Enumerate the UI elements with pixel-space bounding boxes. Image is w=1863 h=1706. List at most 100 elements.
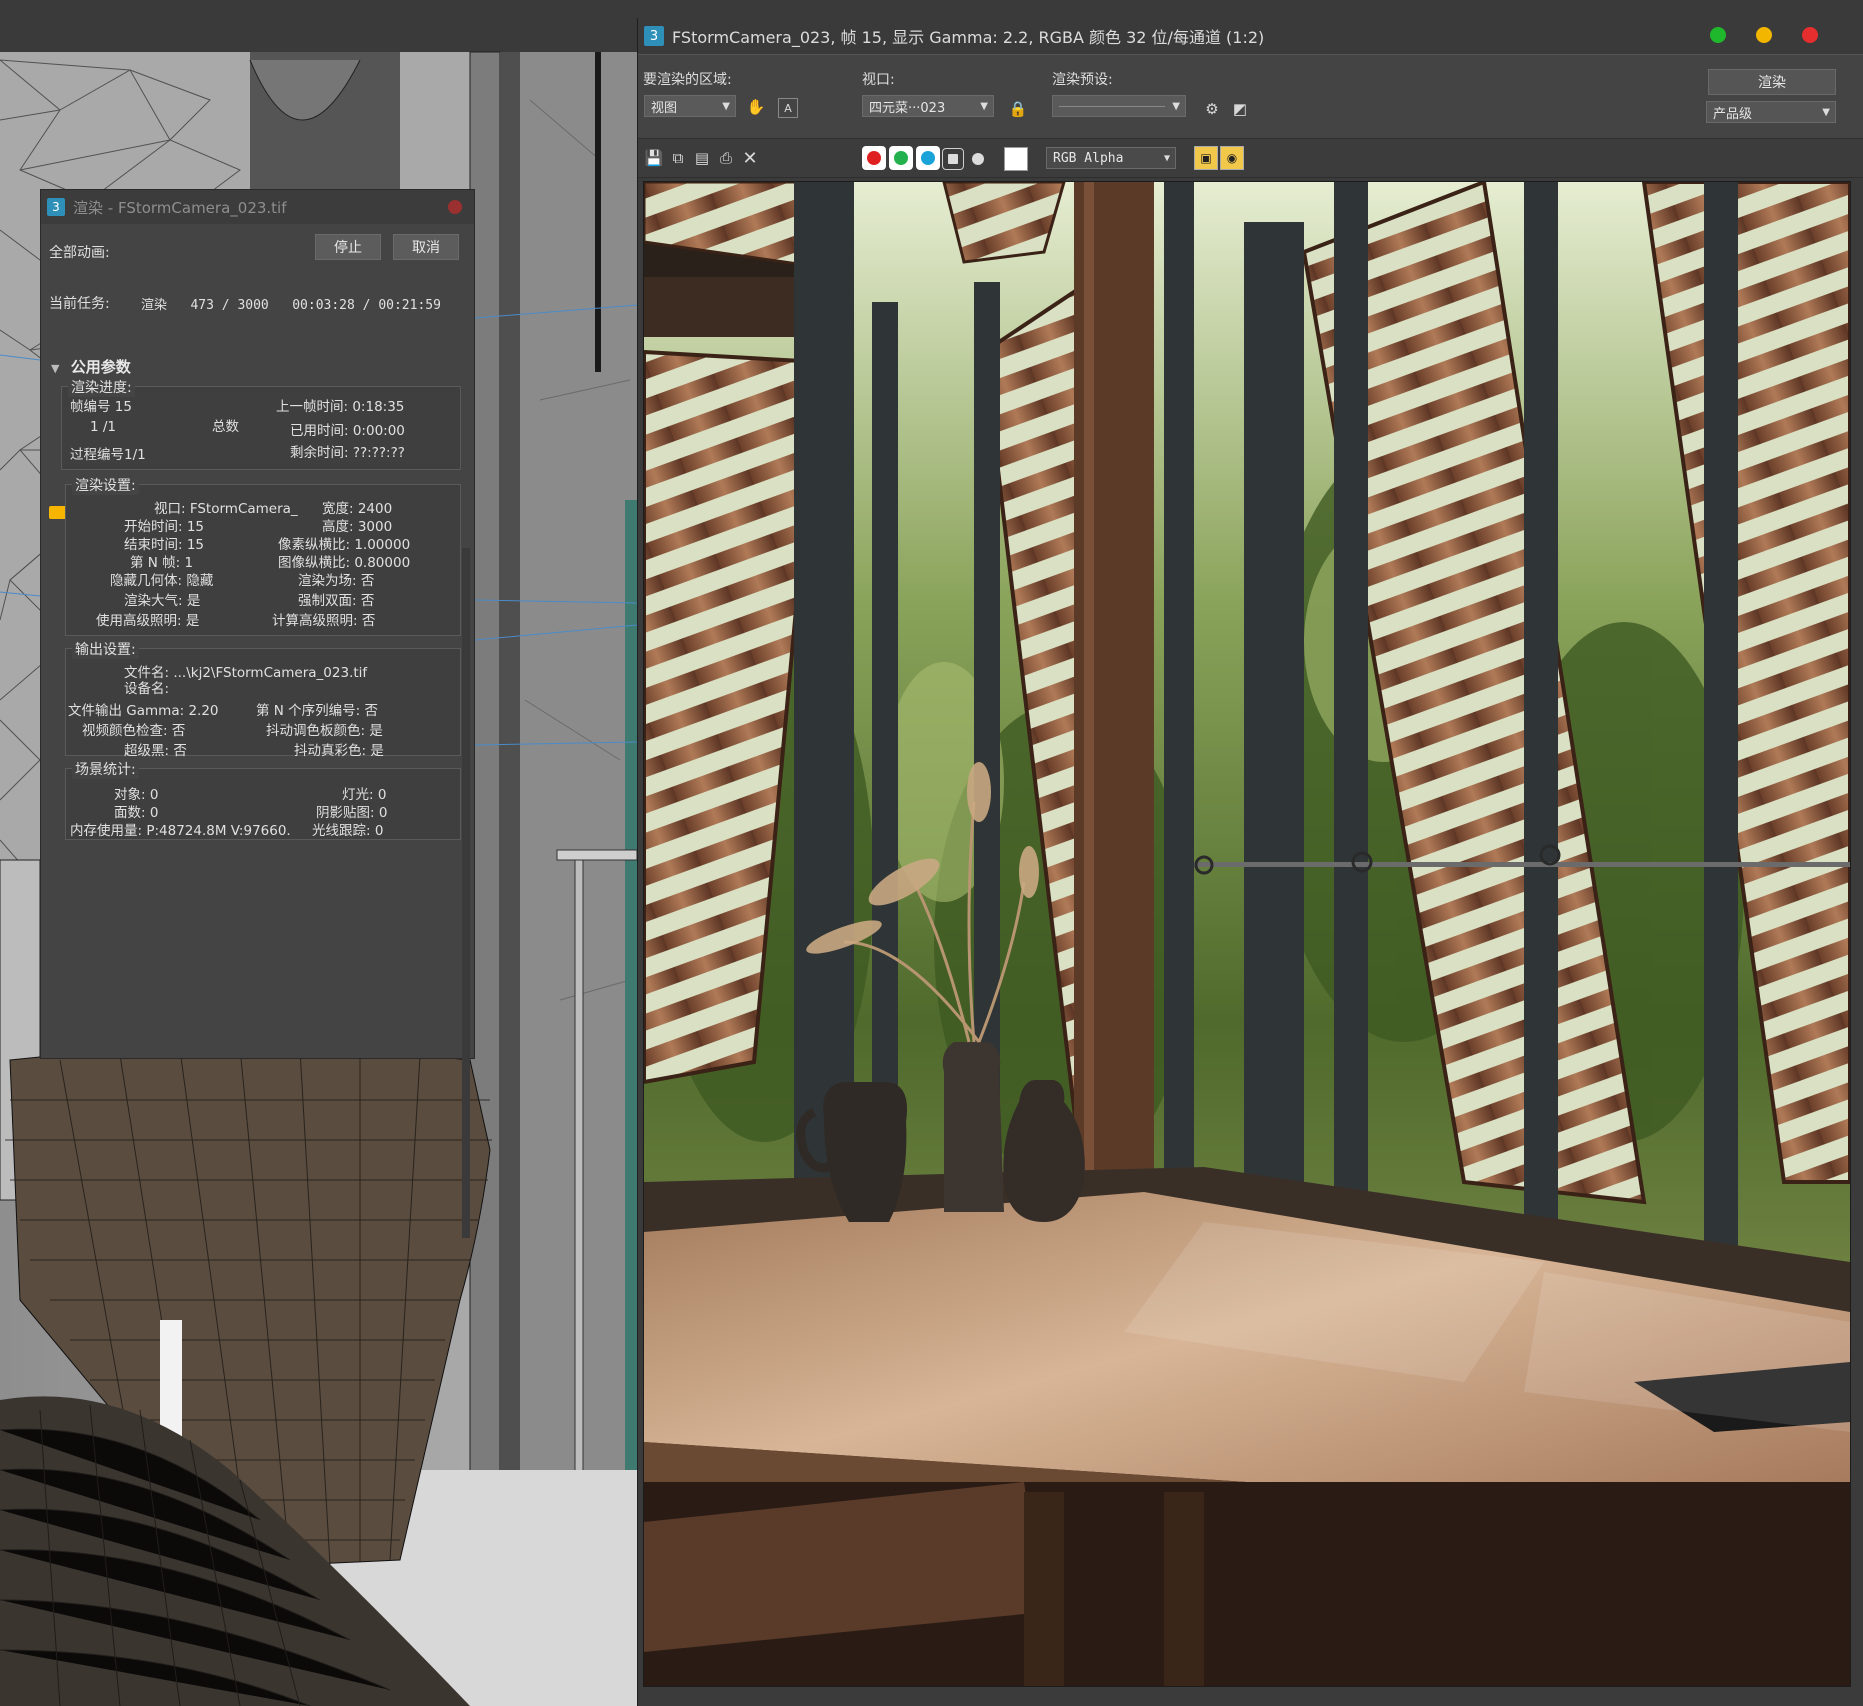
cancel-button[interactable]: 取消 bbox=[393, 234, 459, 260]
dither-paletted-setting: 抖动调色板颜色: 是 bbox=[266, 723, 383, 739]
lock-icon[interactable]: 🔒 bbox=[1006, 97, 1030, 121]
current-task-value: 渲染 473 / 3000 00:03:28 / 00:21:59 bbox=[141, 298, 441, 313]
all-animation-label: 全部动画: bbox=[49, 245, 110, 261]
green-channel-toggle[interactable] bbox=[889, 146, 913, 170]
common-params-rollout[interactable]: ▼ 公用参数 bbox=[51, 356, 449, 378]
rendered-image[interactable] bbox=[643, 181, 1851, 1687]
area-to-render-dropdown[interactable]: 视图 ▼ bbox=[644, 95, 736, 117]
red-dot-icon bbox=[867, 151, 881, 165]
render-preset-dropdown[interactable]: ▼ bbox=[1052, 95, 1186, 117]
common-params-heading: 公用参数 bbox=[70, 358, 131, 376]
super-black-setting: 超级黑: 否 bbox=[124, 743, 187, 759]
render-output-image bbox=[644, 182, 1850, 1686]
nth-serial-setting: 第 N 个序列编号: 否 bbox=[256, 703, 379, 719]
clear-icon[interactable]: ✕ bbox=[738, 146, 762, 170]
image-toolbar: 💾 ⧉ ▤ ⎙ ✕ RGB Alpha ▼ ▣ ◉ bbox=[638, 138, 1863, 178]
environment-effects-icon[interactable]: ◩ bbox=[1228, 97, 1252, 121]
blue-channel-toggle[interactable] bbox=[916, 146, 940, 170]
objects-stat: 对象: 0 bbox=[114, 787, 159, 803]
area-to-render-value: 视图 bbox=[651, 100, 678, 116]
quality-dropdown[interactable]: 产品级 ▼ bbox=[1706, 101, 1836, 123]
frame-window-titlebar[interactable]: 3 FStormCamera_023, 帧 15, 显示 Gamma: 2.2,… bbox=[638, 18, 1863, 54]
render-progress-group: 渲染进度: 帧编号 15 上一帧时间: 0:18:35 1 /1 总数 已用时间… bbox=[61, 377, 461, 470]
video-color-check-setting: 视频颜色检查: 否 bbox=[82, 723, 186, 739]
scene-stats-group: 场景统计: 对象: 0 灯光: 0 面数: 0 阴影贴图: 0 内存使用量: P… bbox=[65, 759, 461, 840]
print-icon[interactable]: ⎙ bbox=[714, 146, 738, 170]
toggle-ui-icon[interactable]: ◉ bbox=[1220, 146, 1244, 170]
memory-stat: 内存使用量: P:48724.8M V:97660. bbox=[70, 823, 291, 839]
render-progress-dialog: 3 渲染 - FStormCamera_023.tif 全部动画: 停止 取消 … bbox=[40, 189, 475, 1238]
elapsed-time: 已用时间: 0:00:00 bbox=[290, 423, 405, 439]
collapse-triangle-icon: ▼ bbox=[51, 362, 60, 375]
chevron-down-icon: ▼ bbox=[1822, 107, 1830, 118]
use-adv-lighting-setting: 使用高级照明: 是 bbox=[96, 613, 200, 629]
total-label: 总数 bbox=[212, 419, 239, 435]
force-2sided-setting: 强制双面: 否 bbox=[298, 593, 375, 609]
chevron-down-icon: ▼ bbox=[1163, 153, 1170, 164]
remaining-time: 剩余时间: ??:??:?? bbox=[290, 445, 405, 461]
auto-region-icon[interactable]: A bbox=[778, 98, 798, 118]
render-settings-group: 渲染设置: 视口: FStormCamera_ 宽度: 2400 开始时间: 1… bbox=[65, 475, 461, 636]
preset-divider bbox=[1059, 106, 1165, 107]
output-settings-group-label: 输出设置: bbox=[72, 639, 139, 659]
pass-number: 过程编号1/1 bbox=[70, 447, 146, 463]
atmosphere-setting: 渲染大气: 是 bbox=[124, 593, 201, 609]
3dsmax-app-icon: 3 bbox=[644, 26, 664, 46]
current-task-label: 当前任务: bbox=[49, 296, 110, 312]
dialog-scrollbar[interactable] bbox=[462, 548, 470, 1238]
end-time-setting: 结束时间: 15 bbox=[124, 537, 205, 553]
nth-frame-setting: 第 N 帧: 1 bbox=[130, 555, 194, 571]
frame-count: 1 /1 bbox=[90, 419, 117, 435]
width-setting: 宽度: 2400 bbox=[322, 501, 393, 517]
close-button[interactable] bbox=[1802, 27, 1818, 43]
viewport-dropdown[interactable]: 四元菜···023 ▼ bbox=[862, 95, 994, 117]
compute-adv-lighting-setting: 计算高级照明: 否 bbox=[272, 613, 376, 629]
area-to-render-label: 要渲染的区域: bbox=[643, 72, 732, 88]
pan-hand-icon[interactable]: ✋ bbox=[744, 95, 768, 119]
swatch-color[interactable] bbox=[1004, 147, 1028, 171]
green-dot-icon bbox=[894, 151, 908, 165]
channel-display-dropdown[interactable]: RGB Alpha ▼ bbox=[1046, 147, 1176, 169]
start-time-setting: 开始时间: 15 bbox=[124, 519, 205, 535]
height-setting: 高度: 3000 bbox=[322, 519, 393, 535]
viewport-setting: 视口: FStormCamera_ bbox=[154, 501, 298, 517]
alpha-icon bbox=[948, 154, 958, 164]
stop-button[interactable]: 停止 bbox=[315, 234, 381, 260]
last-frame-time: 上一帧时间: 0:18:35 bbox=[276, 399, 405, 415]
minimize-button[interactable] bbox=[1756, 27, 1772, 43]
alpha-channel-toggle[interactable] bbox=[942, 148, 964, 170]
copy-image-icon[interactable]: ⧉ bbox=[666, 146, 690, 170]
chevron-down-icon: ▼ bbox=[980, 101, 988, 112]
frame-number: 帧编号 15 bbox=[70, 399, 132, 415]
close-icon[interactable] bbox=[448, 200, 462, 214]
scene-stats-group-label: 场景统计: bbox=[72, 759, 139, 779]
monochrome-toggle[interactable] bbox=[972, 153, 984, 165]
render-button[interactable]: 渲染 bbox=[1708, 69, 1836, 95]
render-setup-icon[interactable]: ⚙ bbox=[1200, 97, 1224, 121]
render-progress-titlebar[interactable]: 3 渲染 - FStormCamera_023.tif bbox=[41, 190, 474, 224]
render-to-fields-setting: 渲染为场: 否 bbox=[298, 573, 375, 589]
viewport-label: 视口: bbox=[862, 72, 895, 88]
file-output-gamma-setting: 文件输出 Gamma: 2.20 bbox=[68, 703, 219, 719]
render-settings-group-label: 渲染设置: bbox=[72, 475, 139, 495]
render-progress-group-label: 渲染进度: bbox=[68, 377, 135, 397]
save-image-icon[interactable]: 💾 bbox=[642, 146, 666, 170]
viewport-value: 四元菜···023 bbox=[869, 100, 946, 116]
blue-dot-icon bbox=[921, 151, 935, 165]
hidden-geometry-setting: 隐藏几何体: 隐藏 bbox=[110, 573, 214, 589]
shadow-maps-stat: 阴影贴图: 0 bbox=[316, 805, 388, 821]
maximize-button[interactable] bbox=[1710, 27, 1726, 43]
device-name-setting: 设备名: bbox=[124, 681, 170, 697]
render-progress-title: 渲染 - FStormCamera_023.tif bbox=[73, 198, 287, 217]
frame-window-title: FStormCamera_023, 帧 15, 显示 Gamma: 2.2, R… bbox=[672, 28, 1265, 47]
render-setup-toolbar: 要渲染的区域: 视图 ▼ ✋ A 视口: 四元菜···023 ▼ 🔒 渲染预设:… bbox=[638, 54, 1863, 139]
red-channel-toggle[interactable] bbox=[862, 146, 886, 170]
chevron-down-icon: ▼ bbox=[722, 101, 730, 112]
image-aspect-setting: 图像纵横比: 0.80000 bbox=[278, 555, 411, 571]
channel-display-value: RGB Alpha bbox=[1053, 150, 1124, 166]
clone-window-icon[interactable]: ▤ bbox=[690, 146, 714, 170]
chevron-down-icon: ▼ bbox=[1172, 101, 1180, 112]
toggle-ui-overlays-icon[interactable]: ▣ bbox=[1194, 146, 1218, 170]
lights-stat: 灯光: 0 bbox=[342, 787, 387, 803]
dither-true-color-setting: 抖动真彩色: 是 bbox=[294, 743, 384, 759]
